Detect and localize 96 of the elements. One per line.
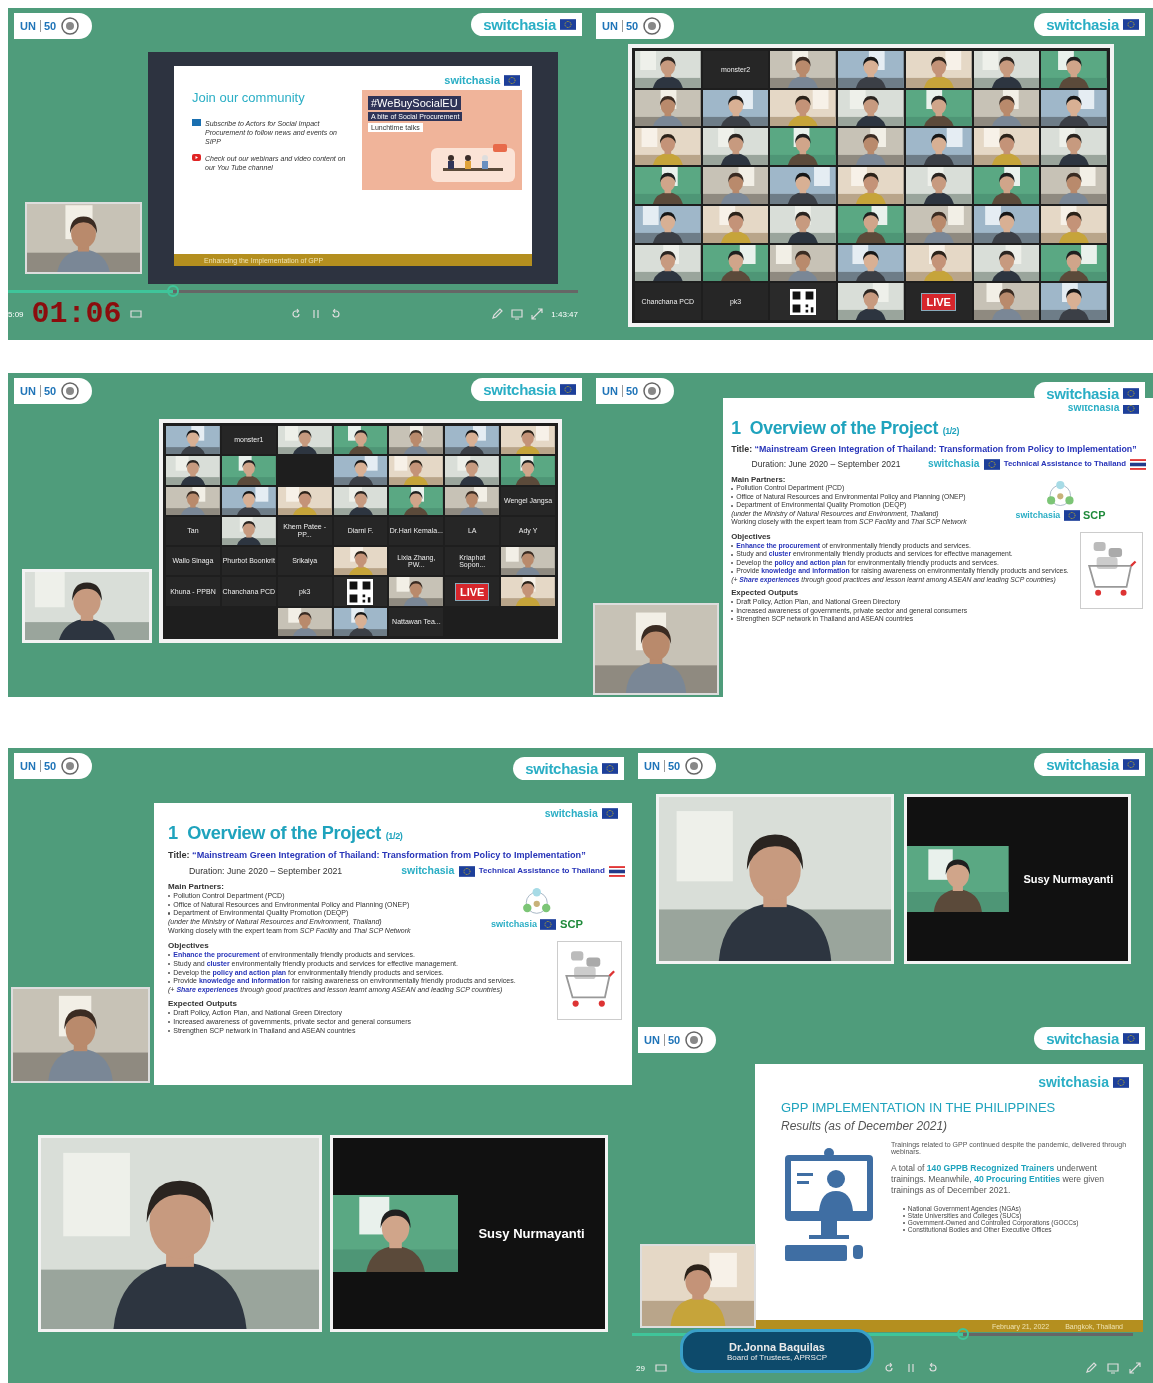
anniversary-text: 50: [621, 20, 639, 32]
timer-text: 01:06: [31, 297, 122, 331]
live-badge: LIVE: [455, 582, 490, 601]
screen-icon[interactable]: [511, 308, 524, 320]
duration-text: Duration: June 2020 – September 2021: [751, 458, 901, 470]
assistance-text: Technical Assistance to Thailand: [478, 866, 605, 877]
eu-flag-icon: [602, 763, 618, 774]
emblem-icon: [642, 16, 663, 36]
slide-title: GPP IMPLEMENTATION IN THE PHILIPPINES: [781, 1100, 1057, 1115]
eu-flag-icon: [504, 74, 520, 86]
speaker-name: Dr.Jonna Baquilas: [729, 1340, 825, 1353]
brand-logo-text: switchasia: [483, 16, 556, 33]
eu-flag-icon: [1113, 1076, 1129, 1088]
logo-text: UN: [644, 760, 660, 772]
flag-icon: [609, 865, 625, 877]
logo-text: UN: [602, 20, 618, 32]
section-heading: Expected Outputs: [168, 999, 238, 1010]
eu-flag-icon: [1123, 759, 1139, 770]
emblem-icon: [60, 16, 81, 36]
eu-flag-icon: [602, 808, 618, 820]
participant-name: Susy Nurmayanti: [477, 1226, 586, 1241]
emblem-icon: [60, 381, 81, 401]
eu-flag-icon: [983, 458, 1000, 470]
duration-text: Duration: June 2020 – September 2021: [189, 865, 343, 877]
brand-logo-text: switchasia: [491, 918, 537, 931]
live-badge: LIVE: [921, 292, 956, 311]
brand-logo-text: switchasia: [1038, 1074, 1109, 1090]
elapsed-time: 5:09: [8, 309, 24, 319]
forward-icon[interactable]: [330, 308, 343, 320]
elapsed-time: 29: [636, 1363, 645, 1373]
brand-logo-text: switchasia: [1046, 756, 1119, 773]
flag-icon: [1130, 458, 1147, 470]
rewind-icon[interactable]: [290, 308, 303, 320]
brand-logo-text: switchasia: [444, 74, 500, 86]
brand-logo-text: switchasia: [1067, 402, 1120, 415]
screen-icon[interactable]: [1107, 1362, 1119, 1374]
section-heading: Objectives: [168, 941, 210, 952]
brand-logo-text: switchasia: [928, 457, 980, 471]
anniversary-text: 50: [39, 760, 57, 772]
anniversary-text: 50: [39, 385, 57, 397]
brand-logo-text: switchasia: [1046, 16, 1119, 33]
brand-logo-text: switchasia: [1046, 385, 1119, 402]
logo-text: UN: [20, 760, 36, 772]
anniversary-text: 50: [39, 20, 57, 32]
slide-text: A total of 140 GPPB Recognized Trainers underwent trainings. Meanwhile, 40 Procuring Entities were given trainings as of December 2021.: [891, 1163, 1106, 1197]
qr-code-icon: [347, 578, 374, 605]
emblem-icon: [684, 756, 705, 776]
slide-subtitle: Results (as of December 2021): [781, 1119, 949, 1133]
anniversary-text: 50: [663, 1034, 681, 1046]
logo-text: SCP: [560, 917, 583, 932]
brand-logo-text: switchasia: [401, 864, 455, 878]
brand-logo-text: switchasia: [1015, 510, 1061, 522]
emblem-icon: [642, 381, 663, 401]
logo-text: SCP: [1083, 509, 1106, 523]
promo-title: #WeBuySocialEU: [368, 96, 461, 110]
eu-flag-icon: [540, 918, 557, 930]
eu-flag-icon: [1063, 510, 1080, 522]
captions-icon[interactable]: [129, 308, 142, 320]
pen-icon[interactable]: [1085, 1362, 1097, 1374]
speaker-role: Board of Trustees, APRSCP: [726, 1352, 827, 1362]
project-title: Title: “Mainstream Green Integration of Thailand: Transformation from Policy to Implementation”: [731, 444, 1138, 456]
anniversary-text: 50: [621, 385, 639, 397]
slide-title: 1 Overview of the Project (1/2): [168, 822, 404, 845]
logo-text: UN: [602, 385, 618, 397]
forward-icon[interactable]: [926, 1362, 939, 1374]
logo-text: UN: [644, 1034, 660, 1046]
captions-icon[interactable]: [654, 1362, 667, 1374]
brand-logo-text: switchasia: [525, 760, 598, 777]
emblem-icon: [60, 756, 81, 776]
anniversary-text: 50: [663, 760, 681, 772]
participant-name: Susy Nurmayanti: [1022, 873, 1115, 885]
section-heading: Main Partners:: [168, 881, 225, 892]
project-title: Title: “Mainstream Green Integration of Thailand: Transformation from Policy to Implementation”: [168, 850, 587, 862]
progress-thumb[interactable]: [167, 285, 180, 297]
brand-logo-text: switchasia: [544, 807, 598, 821]
play-icon: [192, 154, 201, 162]
qr-code-icon: [790, 288, 817, 315]
progress-thumb[interactable]: [956, 1328, 969, 1340]
logo-text: UN: [20, 20, 36, 32]
emblem-icon: [684, 1030, 705, 1050]
slide-title: 1 Overview of the Project (1/2): [731, 416, 960, 439]
pen-icon[interactable]: [491, 308, 504, 320]
eu-flag-icon: [1123, 388, 1139, 399]
brand-logo-text: switchasia: [1046, 1030, 1119, 1047]
eu-flag-icon: [1123, 1033, 1139, 1044]
eu-flag-icon: [560, 384, 576, 395]
expand-icon[interactable]: [531, 308, 544, 320]
eu-flag-icon: [560, 19, 576, 30]
brand-logo-text: switchasia: [483, 381, 556, 398]
slide-title: Join our community: [192, 90, 306, 105]
expand-icon[interactable]: [1129, 1362, 1141, 1374]
logo-text: UN: [20, 385, 36, 397]
rewind-icon[interactable]: [882, 1362, 895, 1374]
eu-flag-icon: [1123, 19, 1139, 30]
duration-time: 1:43:47: [551, 309, 578, 319]
eu-flag-icon: [458, 865, 475, 877]
